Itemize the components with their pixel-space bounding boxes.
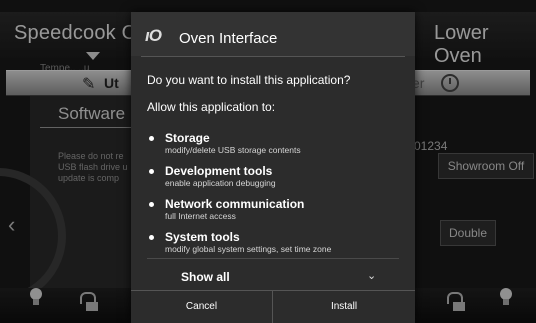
list-divider [147, 258, 399, 259]
permission-item-network-communication: Network communication full Internet acce… [149, 197, 405, 222]
permission-desc: modify/delete USB storage contents [165, 145, 301, 155]
chevron-down-icon[interactable]: ⌄ [367, 269, 376, 282]
permission-item-system-tools: System tools modify global system settin… [149, 230, 405, 255]
bullet-icon [149, 169, 154, 174]
install-dialog: ıO Oven Interface Do you want to install… [131, 12, 415, 323]
permission-desc: enable application debugging [165, 178, 276, 188]
permission-title: Development tools [165, 164, 273, 178]
permission-title: System tools [165, 230, 240, 244]
cancel-button[interactable]: Cancel [131, 291, 272, 323]
permission-desc: full Internet access [165, 211, 236, 221]
show-all-link[interactable]: Show all [181, 270, 230, 284]
permission-item-storage: Storage modify/delete USB storage conten… [149, 131, 405, 156]
allow-heading: Allow this application to: [147, 100, 276, 114]
bullet-icon [149, 136, 154, 141]
permission-item-development-tools: Development tools enable application deb… [149, 164, 405, 189]
permission-desc: modify global system settings, set time … [165, 244, 332, 254]
permission-title: Storage [165, 131, 210, 145]
install-question: Do you want to install this application? [147, 73, 351, 87]
dialog-title: Oven Interface [179, 30, 278, 47]
install-button[interactable]: Install [273, 291, 415, 323]
bullet-icon [149, 235, 154, 240]
screen: Speedcook Ov Lower Oven Tempe.. ..u ✎ Ut… [0, 0, 536, 323]
permission-title: Network communication [165, 197, 305, 211]
bullet-icon [149, 202, 154, 207]
app-logo-icon: ıO [145, 26, 162, 45]
header-divider [141, 56, 405, 57]
